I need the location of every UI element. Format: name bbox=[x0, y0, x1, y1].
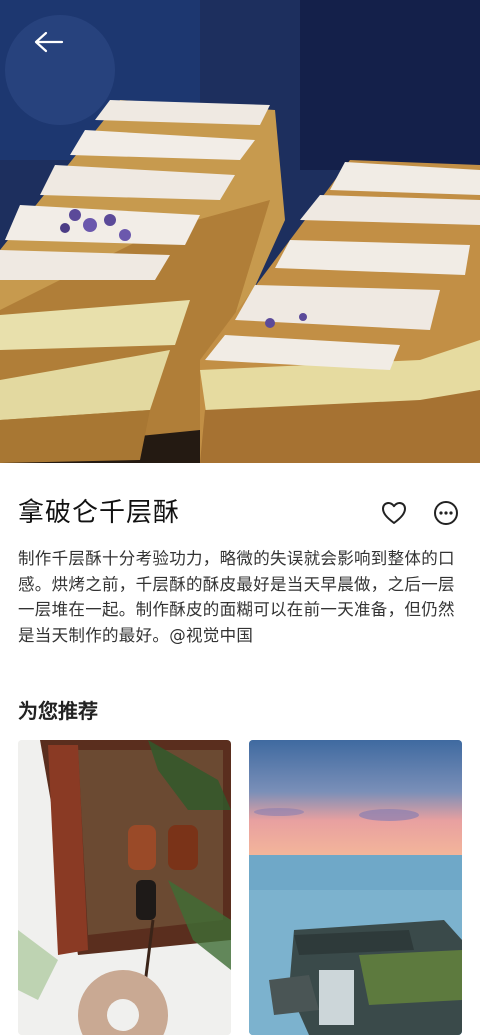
article-description: 制作千层酥十分考验功力，略微的失误就会影响到整体的口感。烘烤之前，千层酥的酥皮最… bbox=[18, 549, 455, 645]
article-title: 拿破仑千层酥 bbox=[18, 498, 181, 528]
arrow-left-icon bbox=[34, 31, 64, 53]
heart-outline-icon bbox=[382, 502, 406, 524]
title-row: 拿破仑千层酥 bbox=[18, 495, 462, 535]
card-image-seascape bbox=[249, 740, 462, 1035]
more-circle-icon bbox=[434, 501, 458, 525]
like-button[interactable] bbox=[380, 499, 408, 527]
card-image-jade-pendant bbox=[18, 740, 231, 1035]
recommend-section-title: 为您推荐 bbox=[18, 699, 98, 723]
recommend-card[interactable] bbox=[18, 740, 231, 1035]
hero-image bbox=[0, 0, 480, 463]
recommend-card[interactable] bbox=[249, 740, 462, 1035]
back-button[interactable] bbox=[28, 26, 68, 58]
pastry-photo bbox=[0, 0, 480, 463]
more-button[interactable] bbox=[432, 499, 460, 527]
